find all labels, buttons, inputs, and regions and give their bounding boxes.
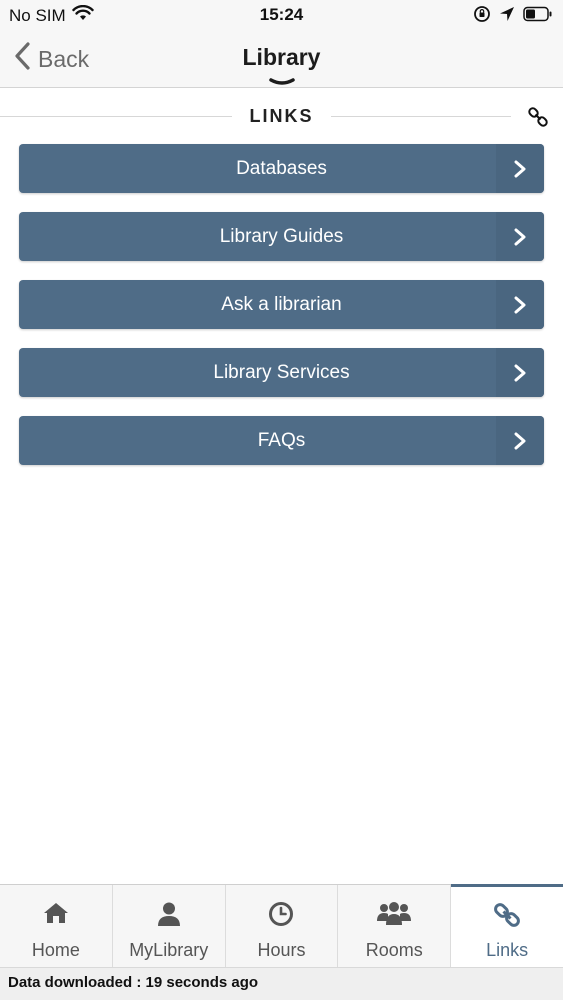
battery-icon	[523, 6, 553, 27]
link-faqs-button[interactable]: FAQs	[19, 416, 544, 465]
link-label: FAQs	[257, 430, 306, 451]
tab-mylibrary[interactable]: MyLibrary	[113, 885, 226, 967]
status-footer: Data downloaded : 19 seconds ago	[0, 967, 563, 1000]
home-icon	[0, 901, 112, 925]
tab-label: Rooms	[365, 940, 423, 960]
link-label: Ask a librarian	[221, 294, 342, 315]
link-label: Databases	[236, 158, 327, 179]
divider	[331, 116, 511, 117]
link-databases-button[interactable]: Databases	[19, 144, 544, 193]
chevron-right-icon	[496, 144, 544, 193]
chevron-right-icon	[496, 348, 544, 397]
tab-rooms[interactable]: Rooms	[338, 885, 452, 967]
group-icon	[338, 901, 450, 927]
link-icon	[527, 106, 549, 133]
user-icon	[113, 901, 225, 927]
tab-hours[interactable]: Hours	[226, 885, 339, 967]
chevron-right-icon	[496, 280, 544, 329]
tab-label: Hours	[257, 940, 306, 960]
status-bar: No SIM 15:24	[0, 0, 563, 30]
data-downloaded-label: Data downloaded : 19 seconds ago	[8, 974, 259, 991]
tab-label: Home	[31, 940, 80, 960]
link-label: Library Services	[213, 362, 350, 383]
clock-icon	[226, 901, 338, 927]
chevron-right-icon	[496, 416, 544, 465]
link-label: Library Guides	[219, 226, 344, 247]
tab-label: Links	[486, 940, 529, 960]
section-header: LINKS	[0, 104, 563, 128]
tab-bar: Home MyLibrary Hours Rooms Links	[0, 884, 563, 967]
orientation-lock-icon	[473, 5, 491, 28]
nav-bar: Back Library	[0, 30, 563, 88]
link-library-services-button[interactable]: Library Services	[19, 348, 544, 397]
status-right	[473, 5, 553, 28]
link-ask-librarian-button[interactable]: Ask a librarian	[19, 280, 544, 329]
tab-links[interactable]: Links	[451, 884, 563, 967]
tab-label: MyLibrary	[129, 940, 209, 960]
link-library-guides-button[interactable]: Library Guides	[19, 212, 544, 261]
page-title[interactable]: Library	[0, 44, 563, 71]
tab-home[interactable]: Home	[0, 885, 113, 967]
link-icon	[451, 901, 563, 929]
links-list: Databases Library Guides Ask a librarian…	[19, 144, 544, 484]
chevron-down-icon[interactable]	[269, 74, 295, 92]
location-arrow-icon	[499, 6, 515, 27]
chevron-right-icon	[496, 212, 544, 261]
